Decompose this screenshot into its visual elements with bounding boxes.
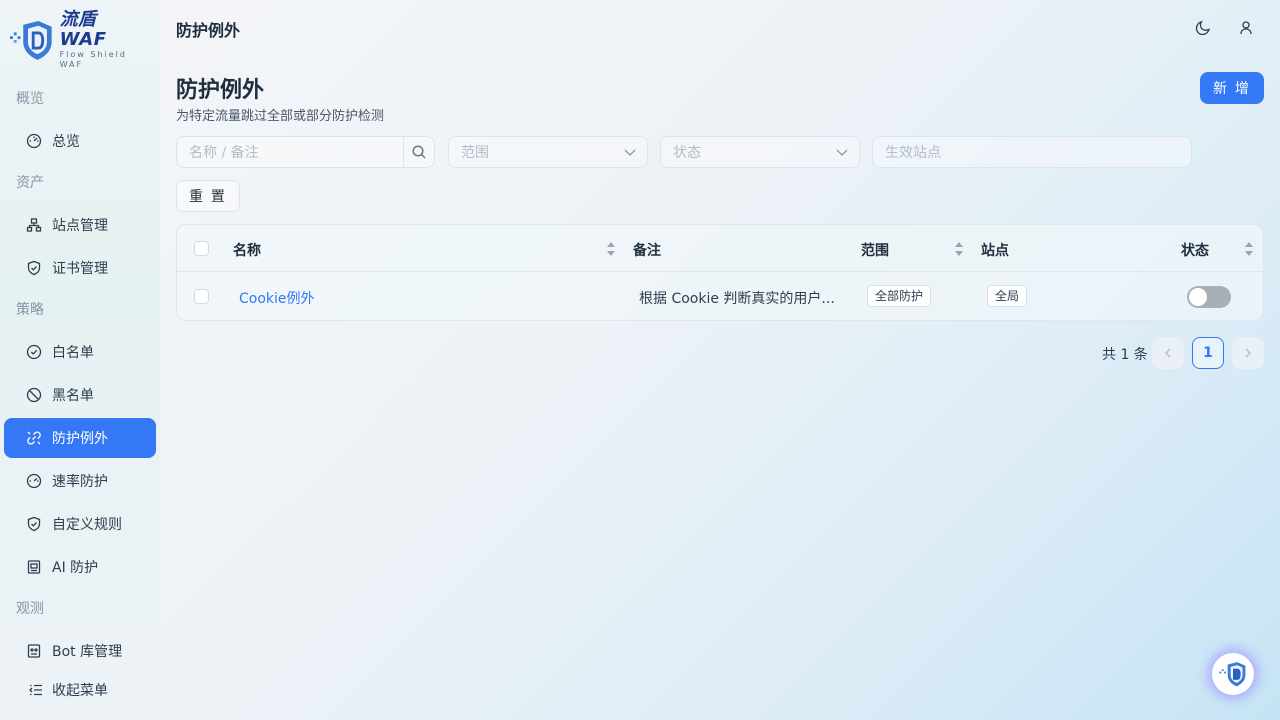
collapse-menu-button[interactable]: 收起菜单 [0, 670, 160, 710]
collapse-menu-label: 收起菜单 [52, 683, 108, 699]
status-select[interactable]: 状态 [660, 136, 860, 168]
sidebar-item-bot-library[interactable]: Bot 库管理 [4, 631, 156, 665]
sidebar-item-label: 黑名单 [52, 388, 94, 404]
search-placeholder: 名称 / 备注 [189, 145, 259, 161]
sidebar-item-label: 总览 [52, 134, 80, 150]
prev-page-button[interactable] [1152, 337, 1184, 369]
topbar-title: 防护例外 [176, 21, 241, 40]
logo-title: 流盾 WAF [59, 9, 107, 50]
switch-knob [1189, 288, 1207, 306]
site-select[interactable]: 生效站点 [872, 136, 1192, 168]
shield-logo-icon [1219, 662, 1246, 687]
user-menu-button[interactable] [1235, 17, 1257, 39]
menu-fold-icon [29, 684, 42, 696]
sidebar: 流盾 WAF Flow Shield WAF 概览 总览 资产 站点管理 证书管… [0, 0, 160, 720]
chevron-left-icon [1165, 348, 1171, 358]
sidebar-item-rate-limit[interactable]: 速率防护 [4, 461, 156, 501]
table-header: 名称 备注 范围 站点 状态 [177, 225, 1263, 272]
sidebar-item-overview[interactable]: 总览 [4, 121, 156, 161]
page-subtitle: 为特定流量跳过全部或部分防护检测 [176, 109, 385, 124]
link-off-icon [27, 431, 41, 445]
page-1-button[interactable]: 1 [1192, 337, 1224, 369]
sidebar-item-blacklist[interactable]: 黑名单 [4, 375, 156, 415]
logo-text: 流盾 WAF Flow Shield WAF [60, 10, 150, 70]
ban-icon [26, 387, 42, 403]
sidebar-item-label: 站点管理 [52, 218, 108, 234]
select-all-checkbox[interactable] [194, 241, 209, 256]
pagination-total: 共 1 条 [1102, 347, 1148, 363]
nav-group-overview: 概览 [16, 91, 44, 107]
sidebar-item-label: AI 防护 [52, 560, 99, 576]
sort-icon[interactable] [954, 241, 964, 257]
dashboard-icon [26, 133, 42, 149]
user-icon [1240, 21, 1252, 35]
search-input[interactable]: 名称 / 备注 [176, 136, 404, 168]
robot-icon [27, 560, 41, 574]
chevron-down-icon [624, 149, 636, 156]
theme-toggle-button[interactable] [1192, 17, 1214, 39]
assistant-float-button[interactable] [1212, 653, 1254, 695]
sort-icon[interactable] [606, 241, 616, 257]
sidebar-item-label: 防护例外 [52, 431, 108, 447]
speedometer-icon [26, 473, 42, 489]
scope-select[interactable]: 范围 [448, 136, 648, 168]
shield-logo-icon [10, 21, 52, 60]
logo[interactable]: 流盾 WAF Flow Shield WAF [10, 10, 150, 69]
shield-check-icon [27, 516, 41, 532]
row-name-link[interactable]: Cookie例外 [239, 288, 315, 308]
column-header-remark: 备注 [633, 243, 661, 259]
sitemap-icon [26, 218, 42, 232]
row-site-tag: 全局 [987, 285, 1028, 307]
sidebar-item-exceptions[interactable]: 防护例外 [4, 418, 156, 458]
site-placeholder: 生效站点 [885, 145, 941, 161]
logo-subtitle: Flow Shield WAF [59, 50, 127, 69]
topbar: 防护例外 [160, 0, 1280, 56]
reset-button[interactable]: 重 置 [176, 180, 240, 212]
sidebar-item-label: 证书管理 [52, 261, 108, 277]
row-checkbox[interactable] [194, 289, 209, 304]
sidebar-item-label: 速率防护 [52, 474, 108, 490]
column-header-name[interactable]: 名称 [233, 240, 261, 260]
table-row: Cookie例外 根据 Cookie 判断真实的用户... 全部防护 全局 [177, 273, 1263, 320]
page-title: 防护例外 [176, 78, 265, 103]
sort-icon[interactable] [1244, 241, 1254, 257]
sidebar-item-ai-protection[interactable]: AI 防护 [4, 547, 156, 587]
search-button[interactable] [403, 136, 435, 168]
chevron-down-icon [836, 149, 848, 156]
sidebar-item-sites[interactable]: 站点管理 [4, 205, 156, 245]
status-placeholder: 状态 [673, 145, 701, 161]
sidebar-item-custom-rules[interactable]: 自定义规则 [4, 504, 156, 544]
column-header-scope[interactable]: 范围 [861, 240, 889, 260]
nav-group-observe: 观测 [16, 601, 44, 617]
nav-group-assets: 资产 [16, 175, 44, 191]
sidebar-item-label: 自定义规则 [52, 517, 122, 533]
shield-check-icon [27, 260, 41, 276]
scope-placeholder: 范围 [461, 145, 489, 161]
row-scope-tag: 全部防护 [867, 285, 932, 307]
add-button[interactable]: 新 增 [1200, 72, 1264, 104]
exceptions-table: 名称 备注 范围 站点 状态 Cookie例外 根据 Cookie 判断真实的用… [176, 224, 1264, 321]
chevron-right-icon [1245, 348, 1251, 358]
moon-icon [1195, 20, 1211, 36]
sidebar-item-certificates[interactable]: 证书管理 [4, 248, 156, 288]
sidebar-item-label: 白名单 [52, 345, 94, 361]
sidebar-item-label: Bot 库管理 [52, 644, 123, 660]
column-header-site: 站点 [981, 243, 1009, 259]
check-circle-icon [26, 344, 42, 360]
row-status-switch[interactable] [1187, 286, 1231, 308]
nav-group-policy: 策略 [16, 302, 44, 318]
sidebar-nav: 概览 总览 资产 站点管理 证书管理 策略 白名单 黑名单 防护例外 速率防护 … [0, 80, 160, 665]
sidebar-item-whitelist[interactable]: 白名单 [4, 332, 156, 372]
column-header-status[interactable]: 状态 [1181, 240, 1209, 260]
robot-icon [27, 644, 41, 658]
next-page-button[interactable] [1232, 337, 1264, 369]
search-icon [412, 145, 426, 159]
row-remark: 根据 Cookie 判断真实的用户... [639, 291, 835, 307]
